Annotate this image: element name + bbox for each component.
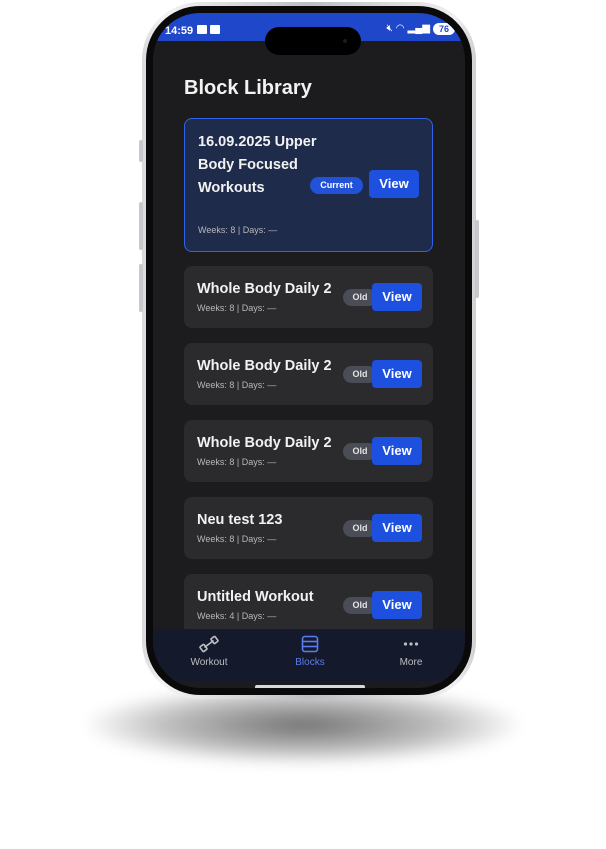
block-card[interactable]: Untitled Workout Weeks: 4 | Days: — Old …: [184, 574, 433, 636]
tab-more[interactable]: More: [371, 635, 451, 668]
block-list: 16.09.2025 Upper Body Focused Workouts W…: [184, 118, 433, 651]
mute-icon: 🔇︎: [386, 23, 393, 34]
block-title: Untitled Workout: [197, 589, 314, 605]
block-meta: Weeks: 8 | Days: —: [197, 534, 277, 544]
page-title: Block Library: [184, 77, 312, 99]
battery-indicator: 76: [433, 23, 455, 35]
tab-workout[interactable]: Workout: [169, 635, 249, 668]
tab-label: More: [399, 657, 423, 668]
bottom-tab-bar: Workout Blocks More: [153, 629, 465, 681]
volume-down-button: [139, 264, 143, 312]
block-title: Whole Body Daily 2: [197, 358, 332, 374]
block-card-current[interactable]: 16.09.2025 Upper Body Focused Workouts W…: [184, 118, 433, 252]
silent-switch: [139, 140, 143, 162]
linkedin-icon: [210, 25, 220, 34]
tab-label: Workout: [190, 657, 228, 668]
app-screen: 14:59 🔇︎ ◠ ▂▄▆ 76 Block Library 16.09.20…: [153, 13, 465, 688]
block-title: Whole Body Daily 2: [197, 281, 332, 297]
view-button[interactable]: View: [369, 170, 419, 198]
tab-blocks[interactable]: Blocks: [270, 635, 350, 668]
power-button: [475, 220, 479, 298]
blocks-list-icon: [301, 635, 319, 653]
block-meta: Weeks: 8 | Days: —: [197, 457, 277, 467]
block-title: 16.09.2025 Upper Body Focused Workouts: [198, 134, 317, 196]
status-time: 14:59: [165, 25, 194, 37]
view-button[interactable]: View: [372, 283, 422, 311]
block-card[interactable]: Whole Body Daily 2 Weeks: 8 | Days: — Ol…: [184, 420, 433, 482]
volume-up-button: [139, 202, 143, 250]
view-button[interactable]: View: [372, 360, 422, 388]
phone-bezel: 14:59 🔇︎ ◠ ▂▄▆ 76 Block Library 16.09.20…: [146, 6, 472, 695]
notification-icons: [197, 25, 220, 34]
block-meta: Weeks: 8 | Days: —: [197, 380, 277, 390]
block-title: Neu test 123: [197, 512, 283, 528]
mail-icon: [197, 25, 207, 34]
home-indicator[interactable]: [255, 685, 365, 688]
camera-dot: [343, 39, 347, 43]
view-button[interactable]: View: [372, 591, 422, 619]
wifi-icon: ◠: [395, 23, 405, 34]
block-meta: Weeks: 8 | Days: —: [198, 225, 278, 235]
view-button[interactable]: View: [372, 514, 422, 542]
dumbbell-icon: [199, 635, 219, 653]
block-meta: Weeks: 4 | Days: —: [197, 611, 277, 621]
tab-label: Blocks: [295, 657, 325, 668]
signal-icon: ▂▄▆: [407, 23, 430, 34]
block-card[interactable]: Neu test 123 Weeks: 8 | Days: — Old View: [184, 497, 433, 559]
dynamic-island: [265, 27, 361, 55]
current-badge: Current: [310, 177, 363, 194]
view-button[interactable]: View: [372, 437, 422, 465]
block-card[interactable]: Whole Body Daily 2 Weeks: 8 | Days: — Ol…: [184, 266, 433, 328]
phone-frame: 14:59 🔇︎ ◠ ▂▄▆ 76 Block Library 16.09.20…: [139, 2, 479, 699]
status-right: 🔇︎ ◠ ▂▄▆ 76: [386, 23, 455, 35]
block-card[interactable]: Whole Body Daily 2 Weeks: 8 | Days: — Ol…: [184, 343, 433, 405]
block-meta: Weeks: 8 | Days: —: [197, 303, 277, 313]
block-title: Whole Body Daily 2: [197, 435, 332, 451]
more-dots-icon: [403, 642, 419, 646]
